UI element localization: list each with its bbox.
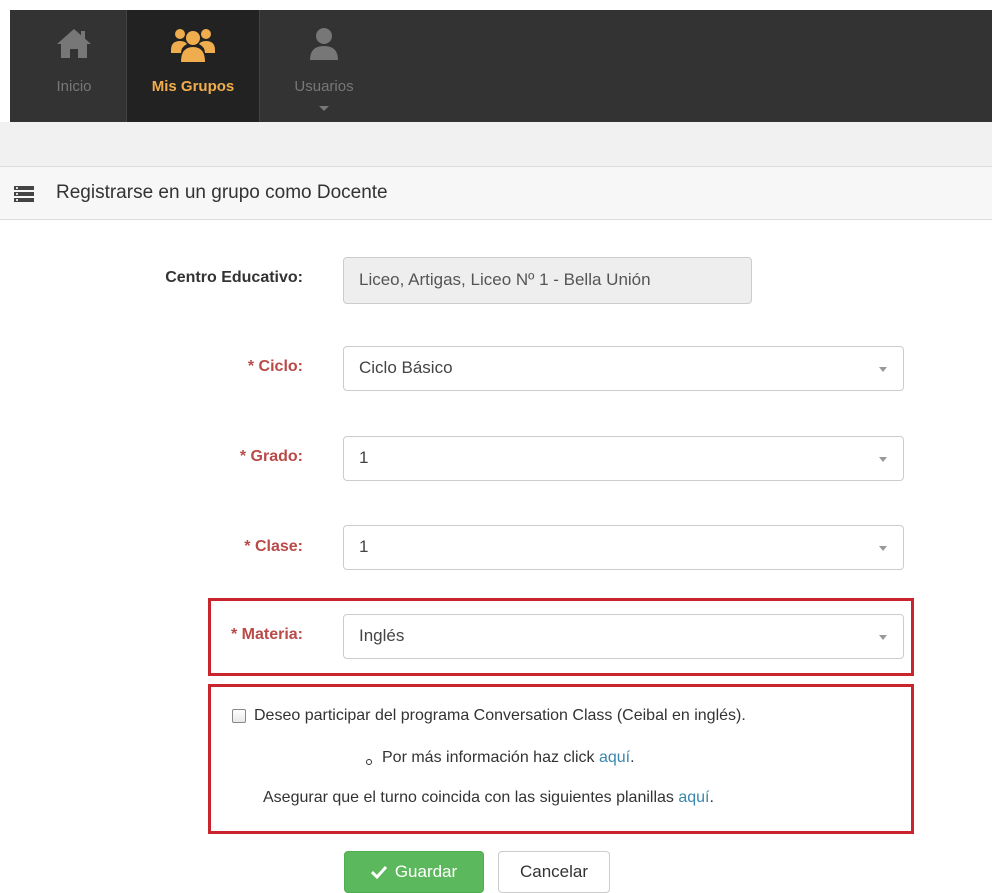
user-icon xyxy=(260,26,388,62)
save-button[interactable]: Guardar xyxy=(344,851,484,893)
checkmark-icon xyxy=(370,865,387,879)
clase-select-value: 1 xyxy=(359,537,369,556)
chevron-down-icon xyxy=(879,546,887,551)
info-text: Por más información haz click xyxy=(382,749,599,766)
schedule-row: Asegurar que el turno coincida con las s… xyxy=(263,789,714,807)
nav-item-mis-grupos[interactable]: Mis Grupos xyxy=(126,10,260,122)
chevron-down-icon xyxy=(879,635,887,640)
nav-label-inicio: Inicio xyxy=(56,78,92,95)
materia-select[interactable]: Inglés xyxy=(343,614,904,659)
schedule-text: Asegurar que el turno coincida con las s… xyxy=(263,789,679,806)
info-end: . xyxy=(630,749,635,766)
home-icon xyxy=(10,26,138,62)
save-button-label: Guardar xyxy=(394,862,458,881)
chevron-down-icon xyxy=(879,367,887,372)
clase-label: * Clase: xyxy=(244,538,303,555)
ciclo-label: * Ciclo: xyxy=(247,358,303,375)
grado-select[interactable]: 1 xyxy=(343,436,904,481)
info-row: Por más información haz click aquí. xyxy=(382,749,635,767)
materia-label: * Materia: xyxy=(230,626,303,643)
ciclo-select-value: Ciclo Básico xyxy=(359,358,453,377)
chevron-down-icon xyxy=(319,106,329,111)
breadcrumb-strip xyxy=(0,122,992,167)
panel-header: Registrarse en un grupo como Docente xyxy=(0,167,992,220)
conversation-checkbox-label: Deseo participar del programa Conversati… xyxy=(254,707,746,724)
bullet-icon xyxy=(366,759,372,765)
nav-label-usuarios: Usuarios xyxy=(294,78,354,95)
materia-select-value: Inglés xyxy=(359,626,405,645)
cancel-button[interactable]: Cancelar xyxy=(498,851,610,893)
schedule-link[interactable]: aquí xyxy=(678,789,709,806)
schedule-end: . xyxy=(709,789,714,806)
chevron-down-icon xyxy=(879,457,887,462)
grado-select-value: 1 xyxy=(359,448,369,467)
cancel-button-label: Cancelar xyxy=(519,862,589,881)
conversation-checkbox[interactable] xyxy=(232,709,246,723)
clase-select[interactable]: 1 xyxy=(343,525,904,570)
page-title: Registrarse en un grupo como Docente xyxy=(56,182,388,203)
group-icon xyxy=(127,26,259,62)
conversation-checkbox-row[interactable]: Deseo participar del programa Conversati… xyxy=(232,707,746,725)
nav-item-inicio[interactable]: Inicio xyxy=(10,10,138,122)
list-icon xyxy=(14,186,34,202)
centro-label: Centro Educativo: xyxy=(165,269,303,286)
ciclo-select[interactable]: Ciclo Básico xyxy=(343,346,904,391)
top-navbar: Inicio Mis Grupos Usuarios xyxy=(0,0,992,122)
navbar-bar: Inicio Mis Grupos Usuarios xyxy=(10,10,992,122)
grado-label: * Grado: xyxy=(239,448,303,465)
centro-field: Liceo, Artigas, Liceo Nº 1 - Bella Unión xyxy=(343,257,752,304)
nav-label-mis-grupos: Mis Grupos xyxy=(151,78,235,95)
nav-item-usuarios[interactable]: Usuarios xyxy=(260,10,388,122)
info-link[interactable]: aquí xyxy=(599,749,630,766)
